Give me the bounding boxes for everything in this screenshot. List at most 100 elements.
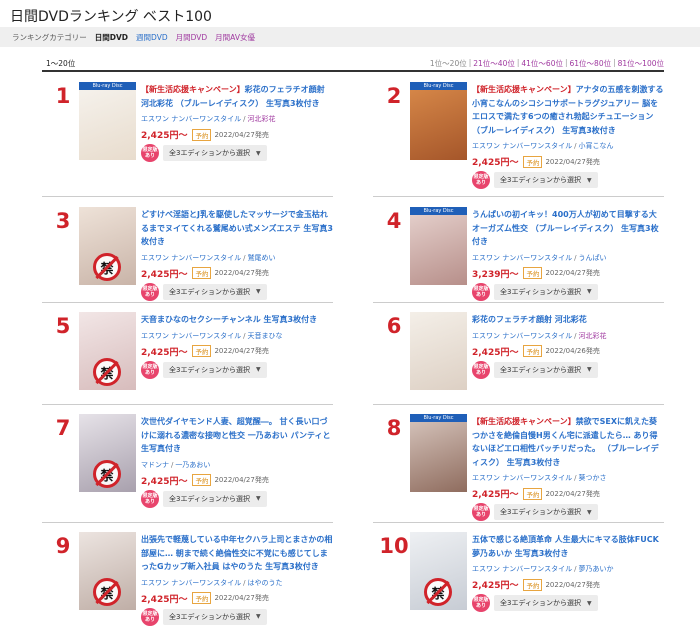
actress-link[interactable]: 一乃あおい xyxy=(175,461,210,469)
rank-number: 1 xyxy=(55,84,71,108)
product-title[interactable]: 次世代ダイヤモンド人妻、超覚醒―。 甘く長い口づけに溺れる濃密な接吻と性交 一乃… xyxy=(141,415,333,456)
product-title-text[interactable]: 出張先で軽蔑している中年セクハラ上司とまさかの相部屋に… 朝まで続く絶倫性交に不… xyxy=(141,535,332,571)
edition-select[interactable]: 全3エディションから選択 ▼ xyxy=(163,145,267,161)
pager-link[interactable]: 81位〜100位 xyxy=(618,58,664,70)
range-bar: 1〜20位 1位〜20位 | 21位〜40位 | 41位〜60位 | 61位〜80位 | 81位… xyxy=(42,58,664,72)
actress-link[interactable]: 鷲尾めい xyxy=(247,254,275,262)
actress-link[interactable]: 河北彩花 xyxy=(247,115,275,123)
product-thumbnail[interactable]: Blu-ray Disc xyxy=(410,82,467,160)
reservation-tag: 予約 xyxy=(192,592,212,604)
cover-image[interactable] xyxy=(410,312,467,390)
maker-link[interactable]: エスワン ナンバーワンスタイル xyxy=(141,332,241,340)
product-title-text[interactable]: どすけべ淫語とJ乳を駆使したマッサージで金玉枯れるまでヌイてくれる鷲尾めい式メン… xyxy=(141,210,333,246)
edition-select[interactable]: 全3エディションから選択 ▼ xyxy=(163,608,267,625)
pager-link[interactable]: 61位〜80位 xyxy=(570,58,612,70)
ranking-item: 4 Blu-ray Disc うんぱいの初イキッ！400万人が初めて目撃する大オ… xyxy=(373,203,664,308)
reservation-tag: 予約 xyxy=(192,474,212,486)
product-title[interactable]: どすけべ淫語とJ乳を駆使したマッサージで金玉枯れるまでヌイてくれる鷲尾めい式メン… xyxy=(141,208,333,249)
maker-link[interactable]: エスワン ナンバーワンスタイル xyxy=(141,254,241,262)
product-meta: エスワン ナンバーワンスタイル / うんぱい xyxy=(472,253,664,263)
product-title-text[interactable]: 次世代ダイヤモンド人妻、超覚醒―。 甘く長い口づけに溺れる濃密な接吻と性交 一乃… xyxy=(141,417,331,453)
actress-link[interactable]: 夢乃あいか xyxy=(578,565,613,573)
product-title[interactable]: 【新生活応援キャンペーン】彩花のフェラチオ顔射 河北彩花 （ブルーレイディスク）… xyxy=(141,83,333,110)
actress-link[interactable]: うんぱい xyxy=(578,254,606,262)
edition-select[interactable]: 全3エディションから選択 ▼ xyxy=(494,595,598,611)
prohibited-icon: 禁 xyxy=(424,578,452,606)
cover-image[interactable]: 禁 xyxy=(79,312,136,390)
cover-image[interactable]: Blu-ray Disc xyxy=(410,82,467,160)
release-date: 2022/04/27発売 xyxy=(214,130,269,139)
product-title-text[interactable]: うんぱいの初イキッ！400万人が初めて目撃する大オーガズム性交 （ブルーレイディ… xyxy=(472,210,659,246)
product-meta: エスワン ナンバーワンスタイル / はやのうた xyxy=(141,578,333,588)
chevron-down-icon: ▼ xyxy=(586,288,592,295)
edition-select[interactable]: 全3エディションから選択 ▼ xyxy=(494,361,598,378)
product-title-text[interactable]: 天音まひなのセクシーチャンネル 生写真3枚付き xyxy=(141,315,317,324)
pager-separator: | xyxy=(613,58,616,67)
category-link[interactable]: 週間DVD xyxy=(136,32,168,43)
row-divider xyxy=(42,522,333,523)
maker-link[interactable]: エスワン ナンバーワンスタイル xyxy=(472,332,572,340)
product-thumbnail[interactable]: 禁 xyxy=(79,207,136,285)
release-date: 2022/04/27発売 xyxy=(214,347,269,355)
edition-select[interactable]: 全3エディションから選択 ▼ xyxy=(163,361,267,378)
cover-image[interactable]: Blu-ray Disc xyxy=(79,82,136,160)
edition-select[interactable]: 全3エディションから選択 ▼ xyxy=(494,172,598,188)
chevron-down-icon: ▼ xyxy=(255,288,261,295)
product-thumbnail[interactable]: 禁 xyxy=(79,532,136,610)
edition-select[interactable]: 全3エディションから選択 ▼ xyxy=(163,490,267,507)
cover-image[interactable]: 禁 xyxy=(410,532,467,610)
maker-link[interactable]: エスワン ナンバーワンスタイル xyxy=(472,474,572,482)
pager-link[interactable]: 21位〜40位 xyxy=(473,58,515,70)
product-title-text[interactable]: 彩花のフェラチオ顔射 河北彩花 xyxy=(472,315,587,324)
pager-link[interactable]: 41位〜60位 xyxy=(521,58,563,70)
meta-separator: / xyxy=(243,115,246,123)
product-title[interactable]: 五体で感じる絶頂革命 人生最大にキマる肢体FUCK 夢乃あいか 生写真3枚付き xyxy=(472,533,664,560)
release-date: 2022/04/27発売 xyxy=(214,594,269,602)
edition-select[interactable]: 全3エディションから選択 ▼ xyxy=(163,283,267,300)
ranking-item: 6 彩花のフェラチオ顔射 河北彩花 エスワン ナンバーワンスタイル / 河北彩花 2… xyxy=(373,308,664,413)
category-link[interactable]: 月間DVD xyxy=(176,32,208,43)
maker-link[interactable]: エスワン ナンバーワンスタイル xyxy=(141,115,241,123)
pager-separator: | xyxy=(564,58,568,67)
product-thumbnail[interactable]: 禁 xyxy=(410,532,467,610)
maker-link[interactable]: エスワン ナンバーワンスタイル xyxy=(472,565,572,573)
actress-link[interactable]: 天音まひな xyxy=(247,332,282,340)
maker-link[interactable]: エスワン ナンバーワンスタイル xyxy=(141,579,241,587)
actress-link[interactable]: はやのうた xyxy=(247,579,282,587)
actress-link[interactable]: 河北彩花 xyxy=(578,332,606,340)
cover-image[interactable]: 禁 xyxy=(79,414,136,492)
edition-select[interactable]: 全3エディションから選択 ▼ xyxy=(494,283,598,300)
product-thumbnail[interactable]: 禁 xyxy=(79,414,136,492)
product-title[interactable]: 【新生活応援キャンペーン】アナタの五感を刺激する小宵こなんのシコシコサポートラグ… xyxy=(472,83,664,137)
edition-select[interactable]: 全3エディションから選択 ▼ xyxy=(494,504,598,520)
product-title[interactable]: 彩花のフェラチオ顔射 河北彩花 xyxy=(472,313,664,327)
product-title[interactable]: 出張先で軽蔑している中年セクハラ上司とまさかの相部屋に… 朝まで続く絶倫性交に不… xyxy=(141,533,333,574)
cover-image[interactable]: Blu-ray Disc xyxy=(410,414,467,492)
bluray-strip: Blu-ray Disc xyxy=(410,82,467,90)
limited-edition-badge: 限定版あり xyxy=(141,607,159,626)
maker-link[interactable]: エスワン ナンバーワンスタイル xyxy=(472,142,572,150)
product-title[interactable]: 天音まひなのセクシーチャンネル 生写真3枚付き xyxy=(141,313,333,327)
maker-link[interactable]: マドンナ xyxy=(141,461,169,469)
product-thumbnail[interactable]: Blu-ray Disc xyxy=(79,82,136,160)
chevron-down-icon: ▼ xyxy=(255,495,261,502)
chevron-down-icon: ▼ xyxy=(255,613,261,620)
reservation-tag: 予約 xyxy=(523,487,543,500)
product-title[interactable]: 【新生活応援キャンペーン】禁欲でSEXに飢えた葵つかさを絶倫自慢H男くん宅に派遣… xyxy=(472,415,664,469)
price: 2,425円〜 xyxy=(472,581,519,591)
product-title-text[interactable]: 五体で感じる絶頂革命 人生最大にキマる肢体FUCK 夢乃あいか 生写真3枚付き xyxy=(472,535,659,558)
maker-link[interactable]: エスワン ナンバーワンスタイル xyxy=(472,254,572,262)
product-title[interactable]: うんぱいの初イキッ！400万人が初めて目撃する大オーガズム性交 （ブルーレイディ… xyxy=(472,208,664,249)
cover-image[interactable]: Blu-ray Disc xyxy=(410,207,467,285)
product-meta: エスワン ナンバーワンスタイル / 葵つかさ xyxy=(472,473,664,483)
actress-link[interactable]: 葵つかさ xyxy=(578,474,606,482)
cover-image[interactable]: 禁 xyxy=(79,532,136,610)
category-link[interactable]: 月間AV女優 xyxy=(215,32,255,43)
product-thumbnail[interactable] xyxy=(410,312,467,390)
actress-link[interactable]: 小宵こなん xyxy=(578,142,613,150)
bluray-strip: Blu-ray Disc xyxy=(410,207,467,215)
cover-image[interactable]: 禁 xyxy=(79,207,136,285)
product-thumbnail[interactable]: 禁 xyxy=(79,312,136,390)
product-thumbnail[interactable]: Blu-ray Disc xyxy=(410,207,467,285)
product-thumbnail[interactable]: Blu-ray Disc xyxy=(410,414,467,492)
